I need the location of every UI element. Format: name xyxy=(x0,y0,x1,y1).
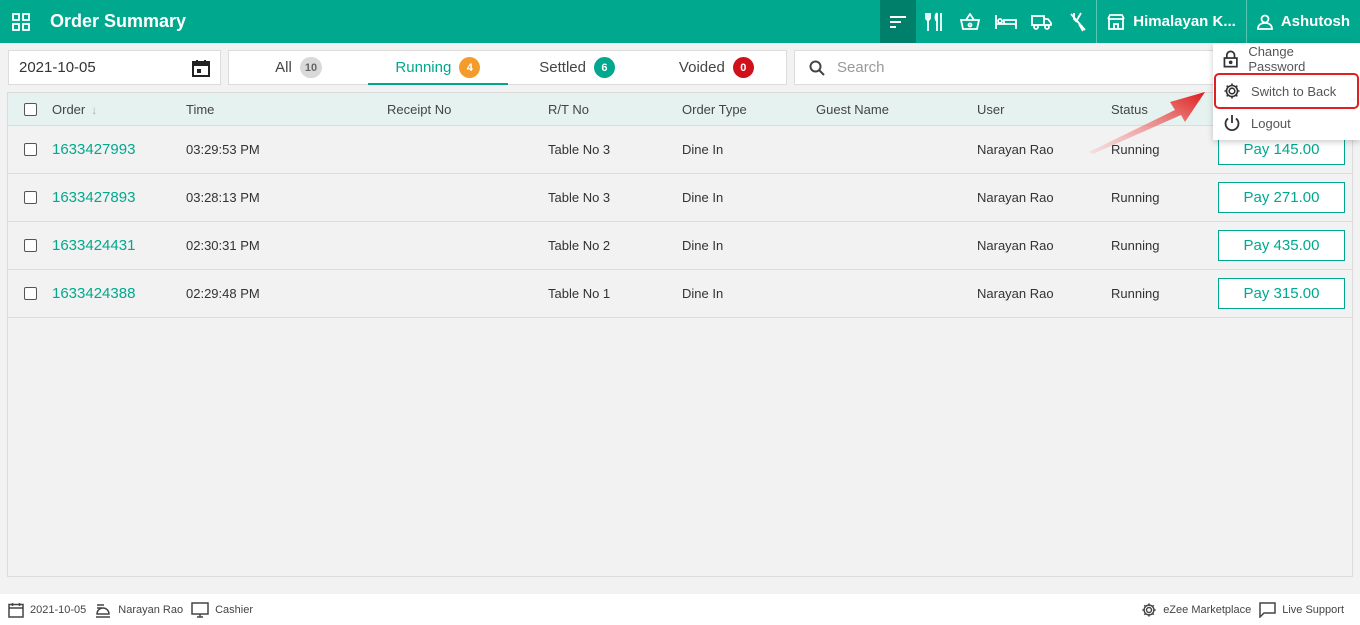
order-time: 02:29:48 PM xyxy=(186,286,260,301)
power-icon xyxy=(1224,115,1240,132)
tab-label: Settled xyxy=(539,59,586,76)
footer-user: Narayan Rao xyxy=(118,603,184,616)
utensils-off-icon[interactable] xyxy=(1060,0,1096,43)
hotel-bed-icon[interactable] xyxy=(988,0,1024,43)
delivery-truck-icon[interactable] xyxy=(1024,0,1060,43)
sort-arrow-icon[interactable]: ↓ xyxy=(91,103,97,117)
menu-item-label: Logout xyxy=(1251,115,1291,131)
annotation-arrow xyxy=(1089,92,1205,154)
search-icon xyxy=(809,60,825,76)
user-name: Narayan Rao xyxy=(977,238,1054,253)
menu-item-label: Switch to Back xyxy=(1251,83,1337,99)
order-type: Dine In xyxy=(682,286,724,301)
count-badge: 4 xyxy=(459,57,481,78)
order-type: Dine In xyxy=(682,190,724,205)
change-password-menu-item[interactable]: Change Password xyxy=(1213,43,1360,75)
row-checkbox[interactable] xyxy=(23,143,37,156)
order-time: 03:28:13 PM xyxy=(186,190,260,205)
orders-table: Order ↓ Time Receipt No R/T No Order Type… xyxy=(7,92,1353,577)
column-header-order-type: Order Type xyxy=(682,101,747,117)
order-number-link[interactable]: 1633424388 xyxy=(52,285,135,302)
tab-voided[interactable]: Voided 0 xyxy=(647,51,786,84)
status-tabs: All 10 Running 4 Settled 6 Voided 0 xyxy=(228,50,787,85)
pay-button[interactable]: Pay 315.00 xyxy=(1218,278,1345,309)
column-header-receipt: Receipt No xyxy=(387,101,452,117)
table-row[interactable]: 1633424431 02:30:31 PM Table No 2 Dine I… xyxy=(8,222,1352,270)
count-badge: 6 xyxy=(593,57,615,78)
pay-button[interactable]: Pay 271.00 xyxy=(1218,182,1345,213)
order-time: 03:29:53 PM xyxy=(186,142,260,157)
property-selector[interactable]: Himalayan K... xyxy=(1097,0,1246,43)
order-summary-icon[interactable] xyxy=(880,0,917,43)
gear-icon xyxy=(1142,602,1156,617)
order-time: 02:30:31 PM xyxy=(186,238,260,253)
column-header-time: Time xyxy=(186,101,215,117)
order-type: Dine In xyxy=(682,142,724,157)
row-checkbox[interactable] xyxy=(23,239,37,252)
tab-running[interactable]: Running 4 xyxy=(368,51,508,85)
table-number: Table No 2 xyxy=(548,238,611,253)
tab-label: Voided xyxy=(678,59,725,76)
menu-item-label: Change Password xyxy=(1248,44,1306,74)
footer-terminal: Cashier xyxy=(215,603,254,616)
property-name: Himalayan K... xyxy=(1133,13,1236,30)
waiter-icon xyxy=(96,603,111,618)
top-bar: Order Summary Himalayan K... Ashutosh xyxy=(0,0,1360,43)
marketplace-link[interactable]: eZee Marketplace xyxy=(1141,602,1251,618)
row-checkbox[interactable] xyxy=(23,287,37,300)
table-number: Table No 3 xyxy=(548,190,611,205)
count-badge: 10 xyxy=(299,57,323,78)
table-row[interactable]: 1633427893 03:28:13 PM Table No 3 Dine I… xyxy=(8,174,1352,222)
chat-icon xyxy=(1259,601,1276,618)
user-menu-button[interactable]: Ashutosh xyxy=(1247,0,1360,43)
restaurant-icon[interactable] xyxy=(916,0,952,43)
table-number: Table No 1 xyxy=(548,286,611,301)
user-name: Narayan Rao xyxy=(977,190,1054,205)
order-status: Running xyxy=(1111,286,1160,301)
column-header-order[interactable]: Order ↓ xyxy=(52,102,186,117)
order-status: Running xyxy=(1111,238,1160,253)
switch-to-back-menu-item[interactable]: Switch to Back xyxy=(1214,73,1359,109)
tab-label: All xyxy=(275,59,292,76)
user-name: Ashutosh xyxy=(1280,13,1350,30)
lock-icon xyxy=(1223,50,1238,68)
user-icon xyxy=(1256,14,1273,30)
apps-grid-icon[interactable] xyxy=(0,0,42,43)
footer-date: 2021-10-05 xyxy=(30,603,87,616)
order-number-link[interactable]: 1633427893 xyxy=(52,189,135,206)
row-checkbox[interactable] xyxy=(23,191,37,204)
order-number-link[interactable]: 1633427993 xyxy=(52,141,135,158)
tab-label: Running xyxy=(395,59,452,76)
monitor-icon xyxy=(191,601,209,618)
status-bar: 2021-10-05 Narayan Rao Cashier eZee Mark… xyxy=(0,594,1360,625)
marketplace-label: eZee Marketplace xyxy=(1163,603,1252,616)
order-status: Running xyxy=(1111,190,1160,205)
logout-menu-item[interactable]: Logout xyxy=(1213,107,1360,139)
store-icon xyxy=(1107,13,1126,30)
order-type: Dine In xyxy=(682,238,724,253)
pay-button[interactable]: Pay 435.00 xyxy=(1218,230,1345,261)
date-value: 2021-10-05 xyxy=(19,59,96,76)
gear-icon xyxy=(1224,83,1240,99)
calendar-icon[interactable] xyxy=(192,59,210,77)
support-label: Live Support xyxy=(1282,603,1344,616)
tab-all[interactable]: All 10 xyxy=(229,51,368,84)
order-number-link[interactable]: 1633424431 xyxy=(52,237,135,254)
table-row[interactable]: 1633424388 02:29:48 PM Table No 1 Dine I… xyxy=(8,270,1352,318)
user-name: Narayan Rao xyxy=(977,286,1054,301)
column-header-rt: R/T No xyxy=(548,101,589,117)
date-picker[interactable]: 2021-10-05 xyxy=(8,50,221,85)
count-badge: 0 xyxy=(732,57,754,78)
tab-settled[interactable]: Settled 6 xyxy=(508,51,647,84)
basket-icon[interactable] xyxy=(952,0,988,43)
column-header-guest: Guest Name xyxy=(816,101,889,117)
calendar-icon xyxy=(8,602,24,618)
search-input[interactable] xyxy=(837,59,1197,76)
select-all-checkbox[interactable] xyxy=(23,102,37,116)
live-support-link[interactable]: Live Support xyxy=(1259,601,1344,618)
table-number: Table No 3 xyxy=(548,142,611,157)
page-title: Order Summary xyxy=(50,11,187,31)
user-dropdown-menu: Change Password Switch to Back Logout xyxy=(1213,43,1360,140)
